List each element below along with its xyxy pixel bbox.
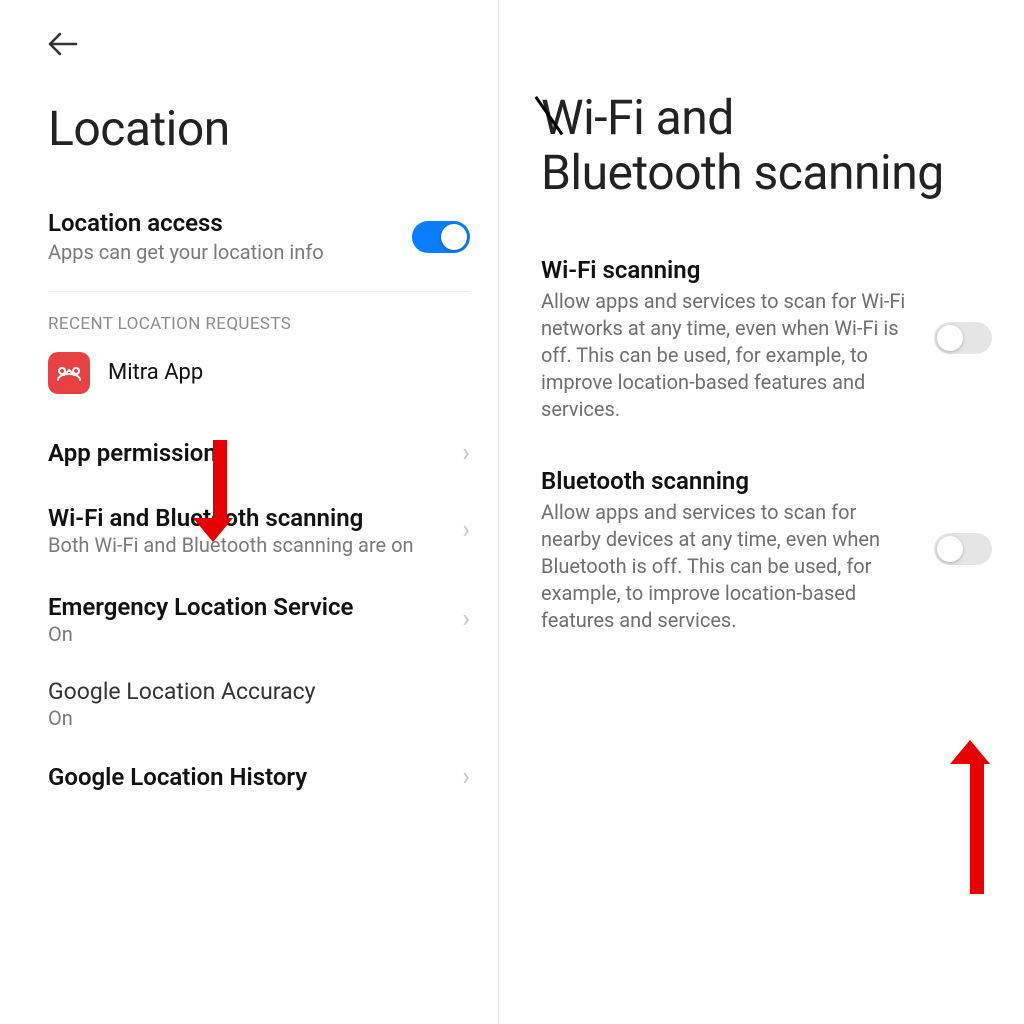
- recent-app-name: Mitra App: [108, 360, 203, 385]
- crossed-letter-icon: W: [541, 90, 583, 145]
- chevron-right-icon: ›: [462, 604, 470, 634]
- google-history-row[interactable]: Google Location History ›: [48, 744, 470, 810]
- history-title: Google Location History: [48, 763, 450, 791]
- bluetooth-scanning-toggle[interactable]: [934, 533, 992, 565]
- wifi-bt-title: Wi-Fi and Bluetooth scanning: [48, 504, 450, 532]
- scanning-settings-pane: Wi-Fi and Bluetooth scanning Wi-Fi scann…: [498, 0, 1024, 1024]
- emergency-subtitle: On: [48, 622, 450, 646]
- wifi-bluetooth-scanning-row[interactable]: Wi-Fi and Bluetooth scanning Both Wi-Fi …: [48, 486, 470, 575]
- recent-requests-caption: RECENT LOCATION REQUESTS: [48, 314, 470, 334]
- chevron-right-icon: ›: [462, 762, 470, 792]
- annotation-arrow-up-icon: [963, 740, 990, 894]
- divider: [48, 291, 470, 292]
- location-access-title: Location access: [48, 209, 392, 238]
- recent-app-row[interactable]: Mitra App: [48, 352, 470, 394]
- annotation-arrow-down-icon: [206, 440, 233, 542]
- wifi-scanning-desc: Allow apps and services to scan for Wi-F…: [541, 288, 918, 423]
- chevron-right-icon: ›: [462, 515, 470, 545]
- google-accuracy-row[interactable]: Google Location Accuracy On: [48, 664, 470, 744]
- wifi-scanning-toggle[interactable]: [934, 322, 992, 354]
- wifi-scanning-title: Wi-Fi scanning: [541, 256, 918, 284]
- accuracy-subtitle: On: [48, 706, 458, 730]
- wifi-bt-subtitle: Both Wi-Fi and Bluetooth scanning are on: [48, 533, 450, 557]
- wifi-scanning-row[interactable]: Wi-Fi scanning Allow apps and services t…: [541, 256, 992, 423]
- location-access-subtitle: Apps can get your location info: [48, 240, 392, 265]
- bluetooth-scanning-title: Bluetooth scanning: [541, 467, 918, 495]
- page-title: Location: [48, 100, 470, 157]
- location-settings-pane: Location Location access Apps can get yo…: [0, 0, 498, 1024]
- location-access-row[interactable]: Location access Apps can get your locati…: [48, 209, 470, 265]
- chevron-right-icon: ›: [462, 438, 470, 468]
- app-permission-title: App permission: [48, 439, 450, 467]
- emergency-title: Emergency Location Service: [48, 593, 450, 621]
- app-icon: [48, 352, 90, 394]
- arrow-left-icon: [48, 32, 78, 56]
- page-title: Wi-Fi and Bluetooth scanning: [541, 90, 992, 200]
- bluetooth-scanning-row[interactable]: Bluetooth scanning Allow apps and servic…: [541, 467, 992, 634]
- emergency-location-row[interactable]: Emergency Location Service On ›: [48, 575, 470, 664]
- bluetooth-scanning-desc: Allow apps and services to scan for near…: [541, 499, 918, 634]
- accuracy-title: Google Location Accuracy: [48, 678, 458, 705]
- app-permission-row[interactable]: App permission ›: [48, 420, 470, 486]
- back-button[interactable]: [48, 32, 78, 62]
- location-access-toggle[interactable]: [412, 221, 470, 253]
